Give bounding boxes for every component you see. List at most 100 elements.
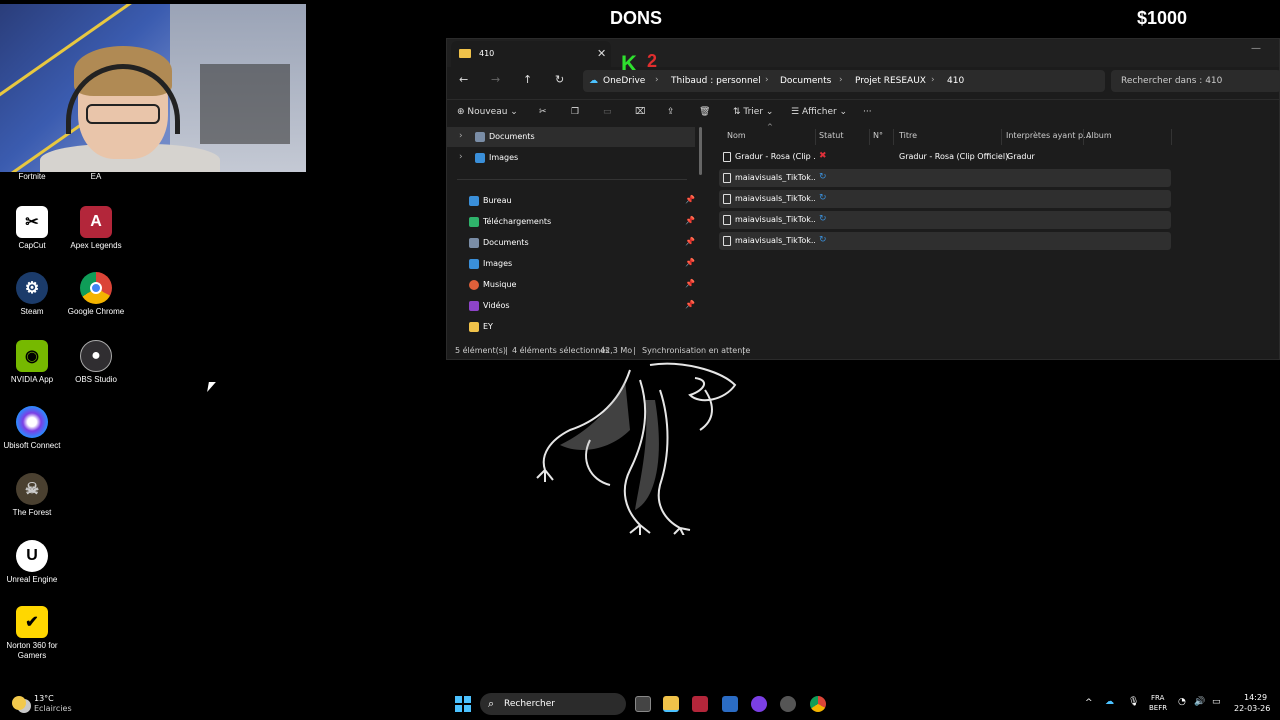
- onedrive-tray-icon[interactable]: ☁: [1105, 697, 1114, 707]
- microphone-icon[interactable]: 🎙: [1128, 697, 1139, 707]
- the-forest-icon: ☠: [16, 473, 48, 505]
- minimize-button[interactable]: —: [1251, 43, 1261, 54]
- desktop-icon-apex-legends[interactable]: A Apex Legends: [64, 206, 128, 251]
- share-icon[interactable]: ⇪: [667, 107, 675, 117]
- paste-icon[interactable]: ▭: [603, 107, 612, 117]
- apex-icon: A: [80, 206, 112, 238]
- app-taskbar-icon[interactable]: [692, 696, 708, 712]
- language-indicator-bottom[interactable]: BEFR: [1149, 704, 1167, 712]
- desktop-icon-capcut[interactable]: ✂ CapCut: [0, 206, 64, 251]
- column-header-album[interactable]: Album: [1086, 131, 1112, 140]
- file-explorer-taskbar-icon[interactable]: [663, 696, 679, 712]
- breadcrumb-projet-reseaux[interactable]: Projet RESEAUX: [855, 76, 926, 86]
- status-bar: 5 élément(s) | 4 éléments sélectionnés 4…: [447, 341, 1279, 359]
- music-icon: [469, 280, 479, 290]
- wifi-icon[interactable]: ◔: [1178, 697, 1186, 707]
- copy-icon[interactable]: ❐: [571, 107, 579, 117]
- nav-divider: [457, 179, 687, 180]
- quick-access-bureau[interactable]: Bureau 📌: [447, 191, 695, 211]
- delete-icon[interactable]: 🗑: [699, 107, 710, 117]
- volume-icon[interactable]: 🔊: [1194, 697, 1205, 707]
- tab-410[interactable]: 410 ✕: [451, 41, 611, 67]
- microsoft-store-icon[interactable]: [722, 696, 738, 712]
- column-header-statut[interactable]: Statut: [819, 131, 843, 140]
- new-button[interactable]: ⊕ Nouveau ⌄: [457, 107, 518, 117]
- quick-access-documents[interactable]: Documents 📌: [447, 233, 695, 253]
- quick-access-images[interactable]: Images 📌: [447, 254, 695, 274]
- desktop-icon-google-chrome[interactable]: Google Chrome: [64, 272, 128, 317]
- desktop-icon-steam[interactable]: ⚙ Steam: [0, 272, 64, 317]
- file-row[interactable]: maiavisuals_TikTok... ↻: [719, 232, 1171, 250]
- onedrive-cloud-icon: ☁: [589, 76, 598, 86]
- cut-icon[interactable]: ✂: [539, 107, 547, 117]
- nav-pane-scrollbar[interactable]: [699, 127, 702, 175]
- up-arrow-icon[interactable]: ↑: [523, 73, 532, 86]
- taskbar: 13°C Eclaircies ⌕ Rechercher ^ ☁ 🎙 FRA B…: [0, 688, 1280, 720]
- desktop-icon-ea[interactable]: EA: [64, 172, 128, 182]
- file-name: Gradur - Rosa (Clip ...: [735, 152, 815, 161]
- file-row[interactable]: maiavisuals_TikTok... ↻: [719, 190, 1171, 208]
- column-header-titre[interactable]: Titre: [899, 131, 917, 140]
- address-bar[interactable]: ☁ OneDrive › Thibaud : personnel › Docum…: [583, 70, 1105, 92]
- status-separator: |: [742, 346, 745, 355]
- desktop-icon-unreal-engine[interactable]: U Unreal Engine: [0, 540, 64, 585]
- breadcrumb-documents[interactable]: Documents: [780, 76, 831, 86]
- view-button[interactable]: ☰ Afficher ⌄: [791, 107, 847, 117]
- file-row[interactable]: maiavisuals_TikTok... ↻: [719, 169, 1171, 187]
- back-arrow-icon[interactable]: ←: [459, 73, 468, 86]
- show-hidden-icons-chevron[interactable]: ^: [1085, 698, 1093, 708]
- column-header-nom[interactable]: Nom: [727, 131, 746, 140]
- clock-time[interactable]: 14:29: [1244, 693, 1267, 702]
- quick-access-videos[interactable]: Vidéos 📌: [447, 296, 695, 316]
- chrome-taskbar-icon[interactable]: [810, 696, 826, 712]
- nav-tree-images[interactable]: › Images: [447, 148, 695, 168]
- nav-tree-label: Documents: [489, 132, 535, 141]
- ubisoft-taskbar-icon[interactable]: [751, 696, 767, 712]
- quick-access-ey[interactable]: EY: [447, 317, 695, 337]
- forward-arrow-icon[interactable]: →: [491, 73, 500, 86]
- start-button[interactable]: [455, 696, 471, 712]
- rename-icon[interactable]: ⌧: [635, 107, 645, 117]
- breadcrumb-410[interactable]: 410: [947, 76, 964, 86]
- file-row[interactable]: maiavisuals_TikTok... ↻: [719, 211, 1171, 229]
- breadcrumb-onedrive[interactable]: OneDrive: [603, 76, 645, 86]
- breadcrumb-thibaud[interactable]: Thibaud : personnel: [671, 76, 761, 86]
- view-label: Afficher: [801, 107, 837, 117]
- quick-access-musique[interactable]: Musique 📌: [447, 275, 695, 295]
- close-tab-icon[interactable]: ✕: [597, 47, 606, 60]
- steam-taskbar-icon[interactable]: [780, 696, 796, 712]
- column-header-numero[interactable]: N°: [873, 131, 883, 140]
- desktop-icon-obs-studio[interactable]: ● OBS Studio: [64, 340, 128, 385]
- file-row[interactable]: Gradur - Rosa (Clip ... ✖ Gradur - Rosa …: [719, 148, 1171, 166]
- mouse-cursor: [207, 382, 216, 392]
- desktop-icon-nvidia-app[interactable]: ◉ NVIDIA App: [0, 340, 64, 385]
- partly-sunny-icon: [12, 696, 26, 710]
- file-icon: [723, 215, 731, 225]
- quick-access-label: Bureau: [483, 196, 512, 205]
- refresh-icon[interactable]: ↻: [555, 73, 564, 86]
- desktop-icon-fortnite[interactable]: Fortnite: [0, 172, 64, 182]
- task-view-icon[interactable]: [635, 696, 651, 712]
- search-input[interactable]: Rechercher dans : 410: [1111, 70, 1280, 92]
- more-options-button[interactable]: ···: [863, 107, 872, 117]
- chevron-right-icon[interactable]: ›: [459, 152, 463, 162]
- language-indicator-top[interactable]: FRA: [1151, 694, 1164, 702]
- column-header-interpretes[interactable]: Interprètes ayant p...: [1006, 131, 1091, 140]
- chevron-right-icon: ›: [839, 75, 843, 85]
- desktop-icon-the-forest[interactable]: ☠ The Forest: [0, 473, 64, 518]
- desktop-icon-label: OBS Studio: [75, 375, 117, 384]
- desktop-icon-ubisoft-connect[interactable]: Ubisoft Connect: [0, 406, 64, 451]
- clock-date[interactable]: 22-03-26: [1234, 704, 1270, 713]
- documents-icon: [469, 238, 479, 248]
- unreal-icon: U: [16, 540, 48, 572]
- desktop-icon-norton[interactable]: ✔ Norton 360 for Gamers: [0, 606, 64, 661]
- nav-tree-documents[interactable]: › Documents: [447, 127, 695, 147]
- battery-icon[interactable]: ▭: [1212, 697, 1221, 707]
- sync-pending-icon: ↻: [819, 172, 827, 182]
- taskbar-search[interactable]: ⌕ Rechercher: [480, 693, 626, 715]
- quick-access-telechargements[interactable]: Téléchargements 📌: [447, 212, 695, 232]
- chevron-right-icon[interactable]: ›: [459, 131, 463, 141]
- wallpaper-lion-emblem: [536, 362, 737, 535]
- desktop-icon-label: NVIDIA App: [10, 375, 54, 384]
- sort-button[interactable]: ⇅ Trier ⌄: [733, 107, 773, 117]
